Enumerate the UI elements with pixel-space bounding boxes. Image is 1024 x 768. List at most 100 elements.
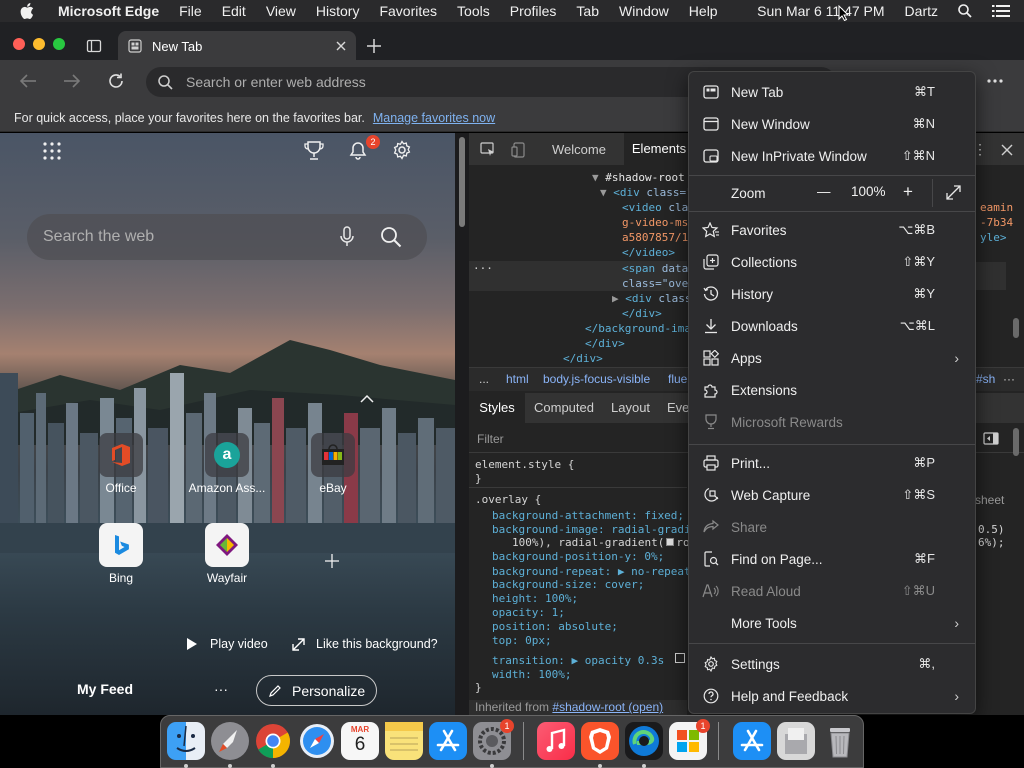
menu-item-web-capture[interactable]: Web Capture ⇧⌘S: [689, 479, 975, 511]
notifications-bell-icon[interactable]: [348, 141, 368, 161]
maximize-window-button[interactable]: [53, 38, 65, 50]
css-property[interactable]: background-size: cover;: [492, 578, 644, 591]
back-icon[interactable]: [19, 73, 37, 89]
dom-line[interactable]: ▼ <div class=": [600, 186, 693, 199]
fullscreen-expand-icon[interactable]: [946, 185, 961, 200]
breadcrumb-overflow[interactable]: ...: [479, 372, 489, 386]
styles-tab-event-listeners[interactable]: Eve: [667, 400, 689, 415]
web-search-submit-icon[interactable]: [380, 226, 402, 248]
dom-line[interactable]: </video>: [622, 246, 675, 259]
control-center-icon[interactable]: [982, 4, 1024, 18]
dom-line[interactable]: </div>: [563, 352, 603, 365]
dock-trash-icon[interactable]: [821, 722, 859, 760]
dock-app-store-icon[interactable]: [429, 722, 467, 760]
dom-row-more-icon[interactable]: ···: [473, 262, 493, 275]
play-video-button[interactable]: Play video: [186, 637, 268, 651]
dock-launchpad-icon[interactable]: [211, 722, 249, 760]
add-quick-link-icon[interactable]: [324, 553, 340, 569]
breadcrumb-shadow[interactable]: #sh: [976, 372, 995, 386]
close-devtools-icon[interactable]: [1001, 144, 1013, 156]
dom-line[interactable]: ▼ #shadow-root: [592, 171, 685, 184]
apple-icon[interactable]: [0, 3, 48, 19]
tab-new-tab[interactable]: New Tab: [118, 31, 356, 61]
menu-item-new-tab[interactable]: New Tab ⌘T: [689, 76, 975, 108]
styles-tab-computed[interactable]: Computed: [534, 400, 594, 415]
breadcrumb-fluent[interactable]: flue: [668, 372, 687, 386]
menubar-datetime[interactable]: Sun Mar 6 11:47 PM: [747, 0, 894, 22]
menubar-help[interactable]: Help: [679, 0, 728, 22]
page-scrollbar[interactable]: [455, 133, 469, 715]
color-swatch-icon[interactable]: [666, 538, 675, 546]
menu-item-print[interactable]: Print... ⌘P: [689, 447, 975, 479]
css-selector-element-style[interactable]: element.style {: [475, 458, 574, 471]
menubar-view[interactable]: View: [256, 0, 306, 22]
dom-line[interactable]: a5807857/1: [622, 231, 688, 244]
dock-app-store-folder-icon[interactable]: [733, 722, 771, 760]
menu-item-more-tools[interactable]: More Tools ›: [689, 607, 975, 639]
breadcrumb-html[interactable]: html: [506, 372, 529, 386]
dock-safari-icon[interactable]: [298, 722, 336, 760]
new-tab-icon[interactable]: [366, 38, 382, 54]
quick-link-bing[interactable]: Bing: [76, 523, 166, 585]
breadcrumb-more[interactable]: ···: [1003, 372, 1015, 386]
menubar-tools[interactable]: Tools: [447, 0, 500, 22]
menu-item-find-on-page[interactable]: Find on Page... ⌘F: [689, 543, 975, 575]
manage-favorites-link[interactable]: Manage favorites now: [373, 111, 495, 125]
personalize-button[interactable]: Personalize: [256, 675, 377, 706]
devtools-tab-elements[interactable]: Elements: [624, 133, 694, 165]
css-property[interactable]: width: 100%;: [492, 668, 571, 681]
dom-line[interactable]: </div>: [622, 307, 662, 320]
page-scrollbar-thumb[interactable]: [459, 137, 465, 227]
dom-line[interactable]: <video cla: [622, 201, 688, 214]
dock-edge-icon[interactable]: [625, 722, 663, 760]
styles-tab-layout[interactable]: Layout: [611, 400, 650, 415]
css-property-continued[interactable]: 100%), radial-gradient(ro: [512, 536, 690, 549]
menu-item-read-aloud[interactable]: Read Aloud ⇧⌘U: [689, 575, 975, 607]
menubar-window[interactable]: Window: [609, 0, 679, 22]
menubar-app-name[interactable]: Microsoft Edge: [48, 0, 169, 22]
inspect-element-icon[interactable]: [480, 142, 496, 158]
zoom-out-button[interactable]: —: [817, 184, 831, 199]
css-property[interactable]: background-repeat: ▶ no-repeat: [492, 565, 691, 578]
dock-music-icon[interactable]: [537, 722, 575, 760]
dom-line[interactable]: </div>: [585, 337, 625, 350]
css-property[interactable]: background-position-y: 0%;: [492, 550, 664, 563]
menu-item-downloads[interactable]: Downloads ⌥⌘L: [689, 310, 975, 342]
dom-line[interactable]: class="ove: [622, 277, 688, 290]
dom-line[interactable]: <span data: [622, 262, 688, 275]
menubar-favorites[interactable]: Favorites: [369, 0, 447, 22]
close-tab-icon[interactable]: [336, 41, 346, 51]
menu-item-extensions[interactable]: Extensions: [689, 374, 975, 406]
dom-line[interactable]: g-video-ms: [622, 216, 688, 229]
css-selector-overlay[interactable]: .overlay {: [475, 493, 541, 506]
menu-item-history[interactable]: History ⌘Y: [689, 278, 975, 310]
quick-link-wayfair[interactable]: Wayfair: [182, 523, 272, 585]
feed-more-options-icon[interactable]: ···: [214, 681, 228, 697]
apps-launcher-icon[interactable]: [43, 142, 61, 160]
menu-item-favorites[interactable]: Favorites ⌥⌘B: [689, 214, 975, 246]
menu-item-settings[interactable]: Settings ⌘,: [689, 648, 975, 680]
dom-line[interactable]: ▶ <div class: [612, 292, 692, 305]
settings-and-more-icon[interactable]: [986, 73, 1004, 89]
easing-editor-icon[interactable]: [675, 653, 685, 663]
refresh-icon[interactable]: [107, 72, 125, 90]
css-property[interactable]: opacity: 1;: [492, 606, 565, 619]
menubar-file[interactable]: File: [169, 0, 212, 22]
toggle-sidebar-icon[interactable]: [983, 432, 999, 445]
like-background-button[interactable]: Like this background?: [292, 637, 438, 651]
styles-tab-styles[interactable]: Styles: [469, 393, 525, 423]
menubar-profiles[interactable]: Profiles: [500, 0, 567, 22]
page-settings-gear-icon[interactable]: [392, 140, 412, 160]
menu-item-microsoft-rewards[interactable]: Microsoft Rewards: [689, 406, 975, 438]
device-emulation-icon[interactable]: [511, 142, 527, 158]
web-search-box[interactable]: Search the web: [27, 214, 427, 260]
breadcrumb-body[interactable]: body.js-focus-visible: [543, 372, 650, 386]
quick-link-amazon-assistant[interactable]: a Amazon Ass...: [182, 433, 272, 495]
menubar-history[interactable]: History: [306, 0, 370, 22]
css-property[interactable]: height: 100%;: [492, 592, 578, 605]
dock-notes-icon[interactable]: [385, 722, 423, 760]
forward-icon[interactable]: [63, 73, 81, 89]
collapse-chevron-up-icon[interactable]: [360, 394, 374, 404]
close-window-button[interactable]: [13, 38, 25, 50]
menu-item-new-window[interactable]: New Window ⌘N: [689, 108, 975, 140]
